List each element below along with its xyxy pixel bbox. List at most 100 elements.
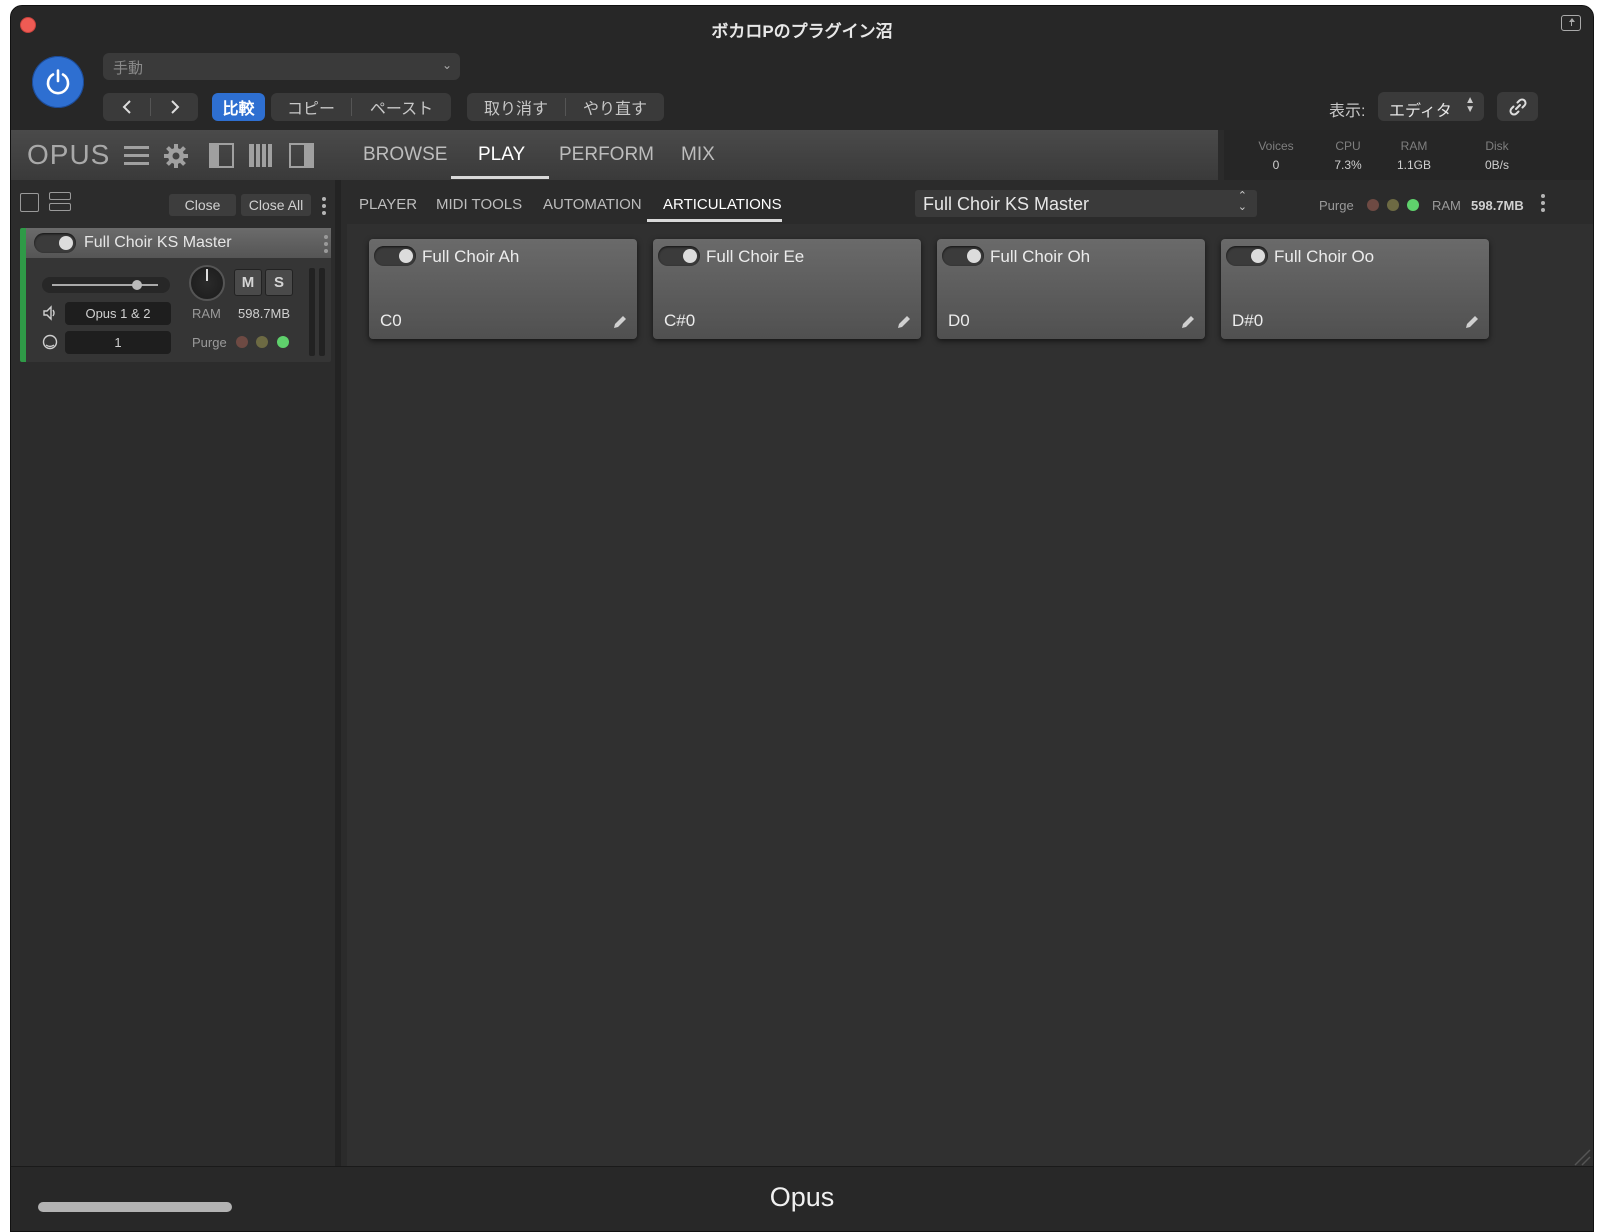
- purge-dot[interactable]: [236, 336, 248, 348]
- copy-button[interactable]: コピー: [271, 93, 351, 121]
- preset-select[interactable]: 手動 ⌄: [103, 53, 460, 80]
- subtab-automation[interactable]: AUTOMATION: [543, 196, 642, 213]
- compare-button[interactable]: 比較: [212, 93, 265, 121]
- keyboard-icon[interactable]: [248, 143, 273, 168]
- single-view-icon[interactable]: [20, 193, 39, 212]
- close-button[interactable]: Close: [169, 194, 236, 216]
- stat-disk: Disk 0B/s: [1462, 139, 1532, 172]
- preset-nav-group: [103, 93, 198, 121]
- preset-value: 手動: [113, 60, 144, 77]
- resize-grip-icon[interactable]: [1569, 1144, 1591, 1166]
- subtab-midi-tools[interactable]: MIDI TOOLS: [436, 196, 522, 213]
- link-button[interactable]: [1497, 92, 1538, 121]
- copy-paste-group: コピー ペースト: [271, 93, 451, 121]
- instrument-enable-toggle[interactable]: [34, 233, 76, 253]
- power-button[interactable]: [32, 56, 84, 108]
- ram-value: 598.7MB: [238, 306, 291, 321]
- close-all-button[interactable]: Close All: [241, 194, 311, 216]
- instrument-strip: Full Choir KS Master M S Opus 1 & 2 RAM …: [20, 228, 331, 362]
- instrument-more-icon[interactable]: [324, 235, 328, 256]
- left-panel-toggle-icon[interactable]: [209, 143, 234, 168]
- mute-button[interactable]: M: [234, 269, 262, 296]
- opus-logo: OPUS: [27, 139, 111, 170]
- articulation-card[interactable]: Full Choir Ee C#0: [653, 239, 921, 339]
- previous-preset-button[interactable]: [103, 93, 150, 121]
- pan-knob[interactable]: [189, 265, 225, 301]
- articulation-name: Full Choir Ee: [706, 247, 805, 266]
- pencil-icon[interactable]: [896, 314, 912, 330]
- redo-button[interactable]: やり直す: [566, 93, 664, 121]
- fader-handle[interactable]: [131, 280, 142, 290]
- stat-label: Disk: [1485, 139, 1509, 153]
- tab-play[interactable]: PLAY: [478, 144, 525, 166]
- volume-fader[interactable]: [42, 277, 170, 293]
- power-icon: [46, 69, 70, 95]
- purge-dot[interactable]: [1407, 199, 1419, 211]
- articulations-grid: Full Choir Ah C0 Full Choir Ee C#0 Full …: [347, 224, 1593, 1170]
- stat-value: 0B/s: [1484, 158, 1509, 172]
- stat-label: RAM: [1400, 139, 1428, 153]
- view-label: 表示:: [1329, 103, 1366, 120]
- tab-browse[interactable]: BROWSE: [363, 144, 447, 166]
- stat-value: 0: [1272, 158, 1280, 172]
- menu-icon[interactable]: [124, 143, 149, 167]
- host-toolbar: ボカロPのプラグイン沼 手動 ⌄ 比較 コピー ペースト 取り消す やり直す 表…: [11, 6, 1593, 130]
- midi-channel-select[interactable]: 1: [65, 331, 171, 354]
- pencil-icon[interactable]: [1464, 314, 1480, 330]
- next-preset-button[interactable]: [151, 93, 198, 121]
- split-view-icon[interactable]: [49, 192, 71, 212]
- stat-value: 1.1GB: [1396, 158, 1432, 172]
- articulation-card[interactable]: Full Choir Ah C0: [369, 239, 637, 339]
- instrument-select[interactable]: Full Choir KS Master ⌃ ⌄: [915, 190, 1257, 217]
- articulation-toggle[interactable]: [374, 246, 416, 266]
- keyswitch-note: D#0: [1232, 311, 1264, 330]
- level-meter-left: [309, 268, 315, 356]
- purge-dot[interactable]: [256, 336, 268, 348]
- pencil-icon[interactable]: [612, 314, 628, 330]
- instrument-rack: Close Close All Full Choir KS Master M S: [11, 180, 341, 1170]
- chevron-left-icon: [122, 100, 131, 114]
- stat-label: CPU: [1335, 139, 1361, 153]
- purge-dot[interactable]: [1387, 199, 1399, 211]
- purge-dot[interactable]: [277, 336, 289, 348]
- output-select[interactable]: Opus 1 & 2: [65, 302, 171, 325]
- stat-cpu: CPU 7.3%: [1313, 139, 1383, 172]
- active-tab-indicator: [451, 176, 549, 179]
- articulation-toggle[interactable]: [942, 246, 984, 266]
- pencil-icon[interactable]: [1180, 314, 1196, 330]
- tab-perform[interactable]: PERFORM: [559, 144, 654, 166]
- purge-label: Purge: [1319, 198, 1354, 213]
- performance-stats: Voices 0 CPU 7.3% RAM 1.1GB Disk 0B/s: [1224, 130, 1593, 180]
- right-panel-toggle-icon[interactable]: [289, 143, 314, 168]
- solo-button[interactable]: S: [265, 269, 293, 296]
- stat-ram: RAM 1.1GB: [1379, 139, 1449, 172]
- paste-button[interactable]: ペースト: [352, 93, 451, 121]
- view-value: エディタ: [1389, 103, 1452, 120]
- subtab-player[interactable]: PLAYER: [359, 196, 417, 213]
- more-options-icon[interactable]: [1541, 194, 1545, 215]
- stat-value: 7.3%: [1334, 158, 1362, 172]
- articulation-toggle[interactable]: [658, 246, 700, 266]
- articulation-card[interactable]: Full Choir Oh D0: [937, 239, 1205, 339]
- undo-button[interactable]: 取り消す: [467, 93, 565, 121]
- view-select[interactable]: エディタ ▲ ▼: [1378, 92, 1484, 121]
- chevron-right-icon: [170, 100, 179, 114]
- link-icon: [1509, 98, 1527, 116]
- instrument-name: Full Choir KS Master: [84, 234, 232, 251]
- articulation-toggle[interactable]: [1226, 246, 1268, 266]
- keyswitch-note: C#0: [664, 311, 696, 330]
- ram-label: RAM: [1432, 198, 1461, 213]
- plugin-header: OPUS BROWSE PLAY PERFORM MIX: [11, 130, 1218, 180]
- share-icon[interactable]: [1561, 15, 1581, 31]
- subtab-articulations[interactable]: ARTICULATIONS: [663, 196, 782, 213]
- tab-mix[interactable]: MIX: [681, 144, 715, 166]
- rack-more-icon[interactable]: [322, 197, 326, 218]
- articulation-card[interactable]: Full Choir Oo D#0: [1221, 239, 1489, 339]
- horizontal-scrollbar[interactable]: [38, 1202, 232, 1212]
- chevron-down-icon: ⌄: [441, 58, 452, 72]
- gear-icon[interactable]: [163, 143, 189, 169]
- purge-dot[interactable]: [1367, 199, 1379, 211]
- articulation-name: Full Choir Oh: [990, 247, 1091, 266]
- window-title: ボカロPのプラグイン沼: [711, 22, 893, 41]
- articulation-name: Full Choir Ah: [422, 247, 520, 266]
